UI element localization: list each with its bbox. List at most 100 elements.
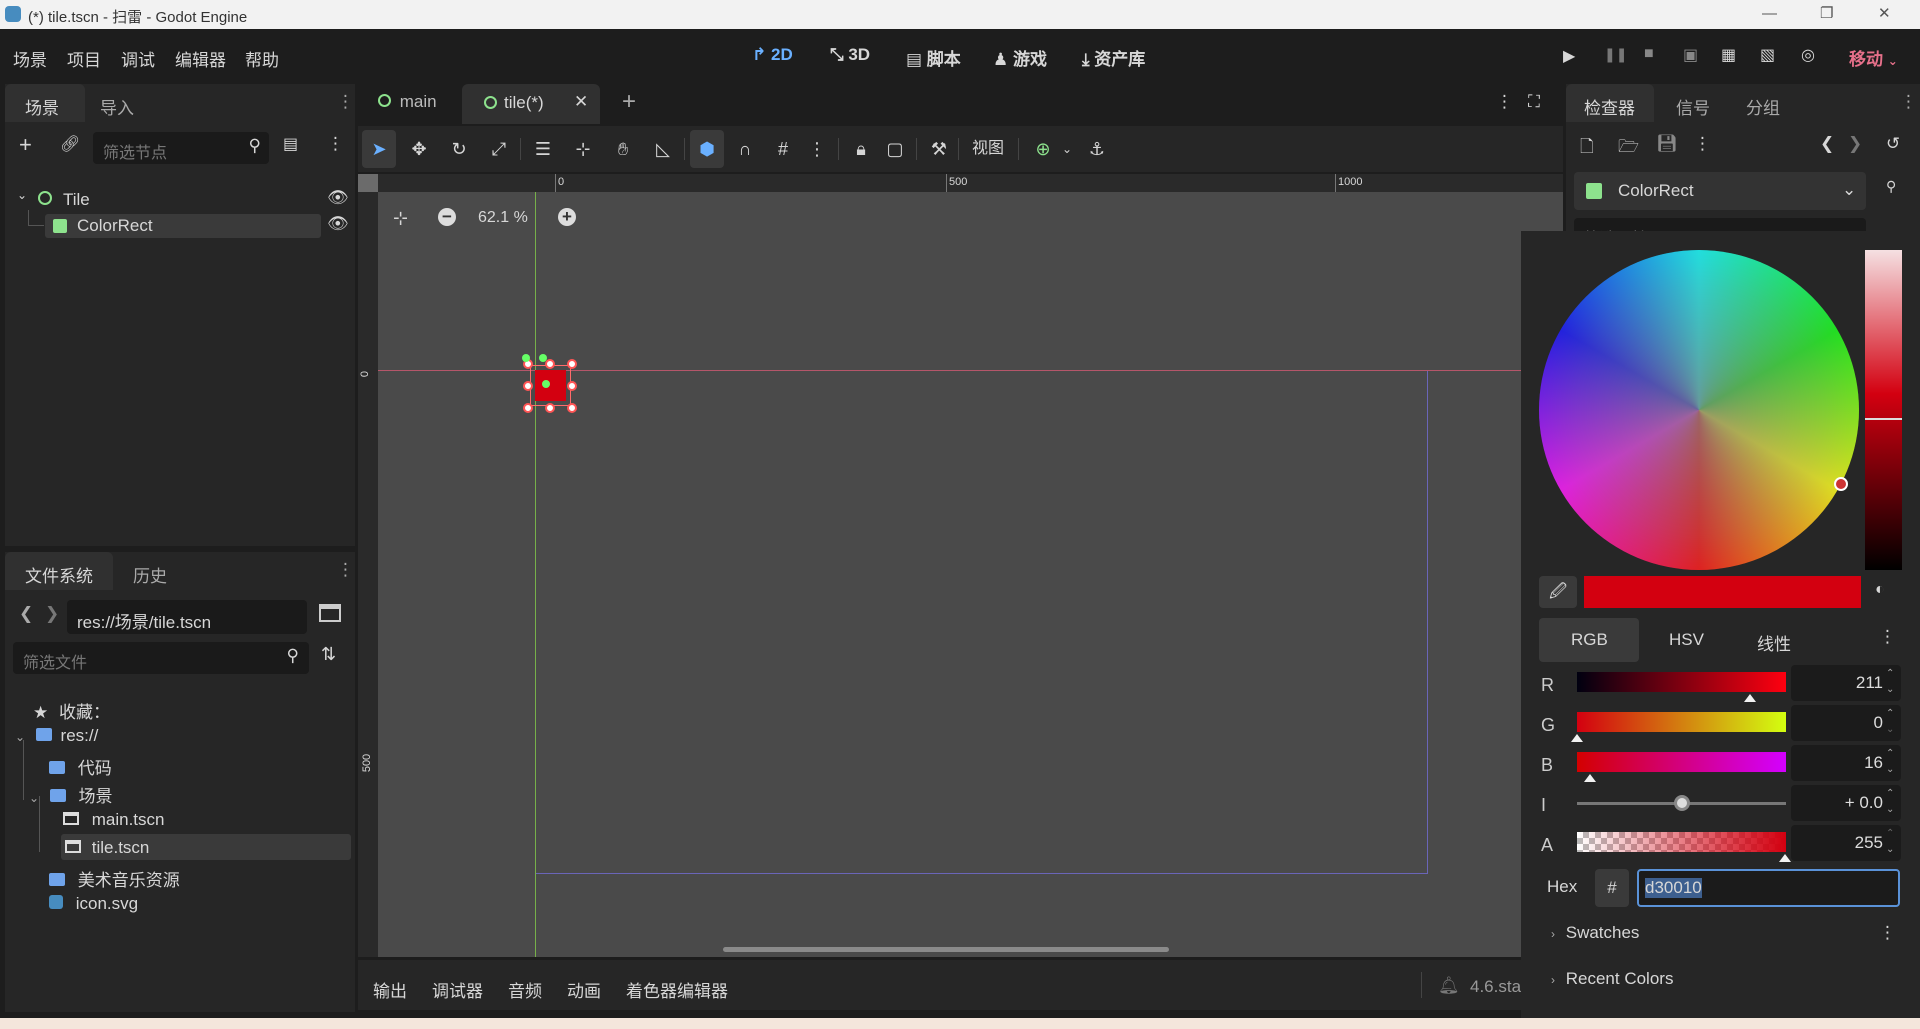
back-icon[interactable]: ❮ (19, 604, 33, 624)
path-field[interactable]: res://场景/tile.tscn (67, 600, 307, 634)
history-forward-icon[interactable]: ❯ (1848, 134, 1862, 154)
menu-editor[interactable]: 编辑器 (175, 46, 226, 71)
play-scene-icon[interactable]: ▦ (1721, 45, 1736, 65)
add-tab-icon[interactable]: + (622, 88, 636, 116)
spin-down-icon[interactable]: ⌄ (1886, 843, 1900, 857)
tab-debugger[interactable]: 调试器 (432, 977, 483, 1002)
horizontal-scrollbar[interactable] (723, 947, 1169, 952)
mode-tab-hsv[interactable]: HSV (1669, 630, 1704, 650)
forward-icon[interactable]: ❯ (45, 604, 59, 624)
fs-item-main-tscn[interactable]: main.tscn (63, 810, 164, 830)
workspace-game[interactable]: ♟ 游戏 (993, 45, 1047, 70)
resize-handle[interactable] (523, 381, 533, 391)
menu-help[interactable]: 帮助 (245, 46, 279, 71)
ruler-mode-icon[interactable]: ◺ (646, 130, 680, 168)
skeleton-icon[interactable]: ⚒ (922, 130, 956, 168)
close-icon[interactable]: ✕ (574, 92, 588, 112)
channel-i-value[interactable]: + 0.0 (1791, 785, 1901, 821)
resize-handle[interactable] (523, 403, 533, 413)
zoom-out-icon[interactable]: − (438, 208, 456, 226)
spin-up-icon[interactable]: ⌃ (1886, 747, 1900, 761)
mode-tab-linear[interactable]: 线性 (1757, 630, 1791, 655)
scale-mode-icon[interactable]: ⤢ (482, 130, 516, 168)
canvas-viewport[interactable]: 0 500 1000 0 500 ⊹ − 62.1 % + (358, 174, 1563, 957)
list-select-icon[interactable]: ☰ (526, 130, 560, 168)
mode-menu-icon[interactable]: ⋮ (1879, 627, 1896, 647)
move-mode-icon[interactable]: ✥ (402, 130, 436, 168)
channel-b-slider[interactable] (1577, 752, 1786, 772)
channel-g-slider[interactable] (1577, 712, 1786, 732)
mode-tab-rgb[interactable]: RGB (1539, 618, 1639, 662)
tree-item-colorrect[interactable]: ColorRect (45, 214, 321, 238)
tab-tile[interactable]: tile(*) ✕ (462, 84, 600, 124)
spin-down-icon[interactable]: ⌄ (1886, 683, 1900, 697)
smart-snap-icon[interactable]: ⬢ (690, 130, 724, 168)
close-window-button[interactable]: ✕ (1878, 4, 1891, 22)
remote-debug-icon[interactable]: ▣ (1683, 45, 1698, 65)
snap-options-icon[interactable]: ⋮ (800, 130, 834, 168)
tree-item-tile[interactable]: ⌄ Tile 👁︎ (13, 188, 349, 212)
rotate-mode-icon[interactable]: ↻ (442, 130, 476, 168)
tab-history[interactable]: 历史 (133, 562, 167, 587)
resize-handle[interactable] (567, 381, 577, 391)
fs-item-art-audio[interactable]: 美术音乐资源 (49, 866, 180, 891)
play-custom-scene-icon[interactable]: ▧ (1760, 45, 1775, 65)
renderer-select[interactable]: 移动 ⌄ (1849, 45, 1898, 70)
swatches-section[interactable]: › Swatches (1551, 923, 1639, 943)
maximize-button[interactable]: ❐ (1820, 4, 1833, 22)
eyedropper-button[interactable]: 🖉︎ (1539, 576, 1577, 608)
tab-groups[interactable]: 分组 (1746, 94, 1780, 119)
scene-menu-icon[interactable]: ⋮ (327, 134, 344, 154)
resize-handle[interactable] (567, 403, 577, 413)
tab-output[interactable]: 输出 (373, 977, 407, 1002)
menu-debug[interactable]: 调试 (121, 46, 155, 71)
group-icon[interactable]: ▢ (878, 130, 912, 168)
tabs-menu-icon[interactable]: ⋮ (1496, 92, 1513, 112)
spin-down-icon[interactable]: ⌄ (1886, 723, 1900, 737)
spin-down-icon[interactable]: ⌄ (1886, 763, 1900, 777)
channel-a-value[interactable]: 255 (1791, 825, 1901, 861)
tab-main[interactable]: main (378, 92, 437, 112)
sort-icon[interactable]: ⇅ (321, 644, 336, 665)
recent-colors-section[interactable]: › Recent Colors (1551, 969, 1673, 989)
save-icon[interactable]: 💾︎ (1656, 134, 1678, 154)
workspace-assetlib[interactable]: ⤓ 资产库 (1082, 45, 1145, 70)
history-icon[interactable]: ↺ (1886, 134, 1900, 154)
doc-icon[interactable]: ⚲ (1886, 178, 1896, 195)
wheel-cursor[interactable] (1834, 477, 1848, 491)
channel-r-value[interactable]: 211 (1791, 665, 1901, 701)
history-back-icon[interactable]: ❮ (1820, 134, 1834, 154)
pan-mode-icon[interactable]: ✋︎ (606, 130, 640, 168)
eye-icon[interactable]: 👁︎ (327, 214, 349, 234)
zoom-level[interactable]: 62.1 % (478, 209, 528, 227)
snap-icon[interactable]: ∩ (728, 130, 762, 168)
anchor-handle[interactable] (539, 354, 547, 362)
workspace-script[interactable]: ▤ 脚本 (906, 45, 961, 70)
split-view-icon[interactable] (319, 604, 341, 622)
hex-input[interactable]: d30010 (1637, 869, 1900, 907)
channel-b-value[interactable]: 16 (1791, 745, 1901, 781)
new-resource-icon[interactable]: 🗋︎ (1580, 134, 1594, 163)
anchor-handle[interactable] (522, 354, 530, 362)
resize-handle[interactable] (545, 359, 555, 369)
resize-handle[interactable] (545, 403, 555, 413)
more-icon[interactable]: ⋮ (1694, 134, 1711, 154)
spin-up-icon[interactable]: ⌃ (1886, 827, 1900, 841)
dock-menu-icon[interactable]: ⋮ (337, 560, 354, 580)
attach-script-icon[interactable]: ▤ (283, 134, 298, 154)
center-view-icon[interactable]: ⊹ (393, 208, 408, 229)
dock-menu-icon[interactable]: ⋮ (337, 92, 354, 112)
select-mode-icon[interactable]: ➤ (362, 130, 396, 168)
link-icon[interactable]: 🔗︎ (60, 134, 80, 154)
fs-item-res[interactable]: ⌄ res:// (15, 726, 98, 746)
dock-menu-icon[interactable]: ⋮ (1900, 92, 1917, 112)
spin-up-icon[interactable]: ⌃ (1886, 707, 1900, 721)
workspace-2d[interactable]: ↱ 2D (752, 45, 793, 65)
pivot-icon[interactable]: ⊹ (566, 130, 600, 168)
eye-icon[interactable]: 👁︎ (327, 188, 349, 208)
menu-scene[interactable]: 场景 (13, 46, 47, 71)
distraction-free-icon[interactable]: ⛶ (1528, 92, 1540, 112)
grid-icon[interactable]: # (766, 130, 800, 168)
fs-item-icon-svg[interactable]: icon.svg (49, 894, 138, 914)
menu-project[interactable]: 项目 (67, 46, 101, 71)
